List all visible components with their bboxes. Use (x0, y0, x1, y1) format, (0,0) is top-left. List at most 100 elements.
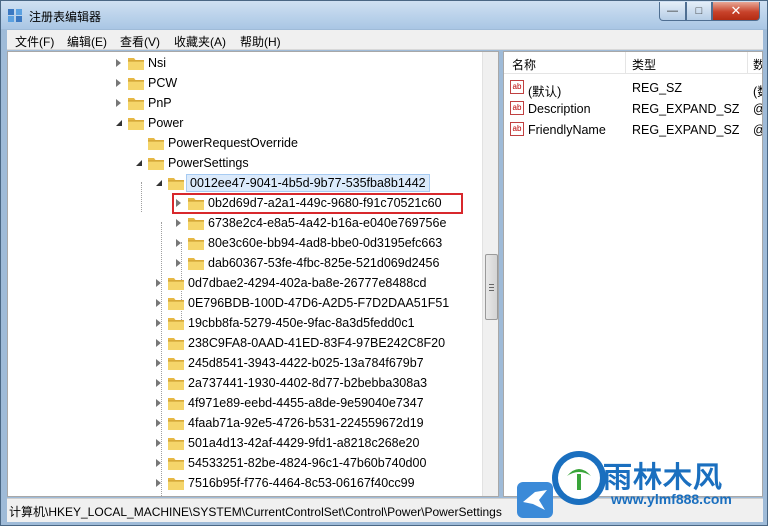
string-value-icon: ab (510, 80, 524, 94)
tree-vertical-scrollbar[interactable] (482, 52, 498, 496)
folder-icon (128, 76, 144, 90)
maximize-button[interactable]: □ (686, 2, 712, 21)
tree-node[interactable]: PnP (8, 93, 482, 113)
folder-icon (168, 396, 184, 410)
tree-node[interactable]: PowerSettings (8, 153, 482, 173)
tree-node[interactable]: Power (8, 113, 482, 133)
tree-node[interactable]: 2a737441-1930-4402-8d77-b2bebba308a3 (8, 373, 482, 393)
status-path: 计算机\HKEY_LOCAL_MACHINE\SYSTEM\CurrentCon… (9, 505, 502, 519)
registry-editor-window: 注册表编辑器 — □ ✕ 文件(F) 编辑(E) 查看(V) 收藏夹(A) 帮助… (0, 0, 768, 526)
tree-node-label: PowerSettings (168, 156, 249, 170)
tree-node-label: PowerRequestOverride (168, 136, 298, 150)
value-row[interactable]: ab Description REG_EXPAND_SZ @ (504, 98, 762, 119)
column-header-data[interactable]: 数 (753, 56, 762, 73)
tree-node-label: 0012ee47-9041-4b5d-9b77-535fba8b1442 (186, 174, 430, 192)
expand-arrow-icon[interactable] (176, 239, 181, 247)
tree-node-label: PCW (148, 76, 178, 90)
expand-arrow-icon[interactable] (156, 319, 161, 327)
menu-help[interactable]: 帮助(H) (240, 33, 281, 50)
expand-arrow-icon[interactable] (156, 379, 161, 387)
menu-bar: 文件(F) 编辑(E) 查看(V) 收藏夹(A) 帮助(H) (7, 30, 763, 50)
tree-node[interactable]: 245d8541-3943-4422-b025-13a784f679b7 (8, 353, 482, 373)
minimize-button[interactable]: — (659, 2, 686, 21)
value-type: REG_EXPAND_SZ (632, 123, 740, 137)
watermark-url: www.ylmf888.com (611, 491, 732, 507)
tree-node[interactable]: 80e3c60e-bb94-4ad8-bbe0-0d3195efc663 (8, 233, 482, 253)
tree-node[interactable]: 0E796BDB-100D-47D6-A2D5-F7D2DAA51F51 (8, 293, 482, 313)
tree-node[interactable]: 19cbb8fa-5279-450e-9fac-8a3d5fedd0c1 (8, 313, 482, 333)
folder-icon (148, 136, 164, 150)
string-value-icon: ab (510, 101, 524, 115)
folder-icon (188, 216, 204, 230)
collapse-arrow-icon[interactable] (156, 180, 162, 186)
menu-file[interactable]: 文件(F) (15, 33, 54, 50)
tree-node[interactable]: 4f971e89-eebd-4455-a8de-9e59040e7347 (8, 393, 482, 413)
expand-arrow-icon[interactable] (116, 79, 121, 87)
folder-icon (128, 116, 144, 130)
title-bar[interactable]: 注册表编辑器 — □ ✕ (1, 1, 767, 29)
registry-values-pane[interactable]: 名称 类型 数 ab (默认) REG_SZ (数 ab Description… (503, 51, 763, 497)
tree-node[interactable]: 7516b95f-f776-4464-8c53-06167f40cc99 (8, 473, 482, 493)
expand-arrow-icon[interactable] (156, 299, 161, 307)
tree-node[interactable]: 238C9FA8-0AAD-41ED-83F4-97BE242C8F20 (8, 333, 482, 353)
value-row[interactable]: ab (默认) REG_SZ (数 (504, 77, 762, 99)
value-type: REG_EXPAND_SZ (632, 102, 740, 116)
folder-icon (168, 296, 184, 310)
close-button[interactable]: ✕ (712, 2, 760, 21)
value-row[interactable]: ab FriendlyName REG_EXPAND_SZ @ (504, 119, 762, 140)
expand-arrow-icon[interactable] (156, 419, 161, 427)
expand-arrow-icon[interactable] (156, 459, 161, 467)
tree-node-label: PnP (148, 96, 172, 110)
folder-icon (168, 316, 184, 330)
tree-node-label: Nsi (148, 56, 167, 70)
window-title: 注册表编辑器 (29, 10, 102, 24)
menu-edit[interactable]: 编辑(E) (67, 33, 107, 50)
tree-node-label: 238C9FA8-0AAD-41ED-83F4-97BE242C8F20 (188, 336, 446, 350)
folder-icon (168, 276, 184, 290)
tree-node-label: 7516b95f-f776-4464-8c53-06167f40cc99 (188, 476, 415, 490)
collapse-arrow-icon[interactable] (116, 120, 122, 126)
tree-content: Nsi PCW PnP Power PowerRequestOverride PowerS… (8, 52, 482, 496)
tree-node-label: 0E796BDB-100D-47D6-A2D5-F7D2DAA51F51 (188, 296, 450, 310)
tree-node[interactable]: 6738e2c4-e8a5-4a42-b16a-e040e769756e (8, 213, 482, 233)
highlight-annotation-box (172, 193, 463, 214)
tree-node[interactable]: 501a4d13-42af-4429-9fd1-a8218c268e20 (8, 433, 482, 453)
tree-node-label: 4f971e89-eebd-4455-a8de-9e59040e7347 (188, 396, 424, 410)
tree-node-label: 501a4d13-42af-4429-9fd1-a8218c268e20 (188, 436, 420, 450)
folder-icon (148, 156, 164, 170)
expand-arrow-icon[interactable] (156, 339, 161, 347)
scrollbar-thumb[interactable] (485, 254, 498, 320)
column-header-type[interactable]: 类型 (632, 56, 656, 73)
folder-icon (128, 96, 144, 110)
folder-icon (188, 236, 204, 250)
expand-arrow-icon[interactable] (156, 439, 161, 447)
tree-node[interactable]: 4faab71a-92e5-4726-b531-224559672d19 (8, 413, 482, 433)
registry-key-tree[interactable]: Nsi PCW PnP Power PowerRequestOverride PowerS… (7, 51, 499, 497)
folder-icon (168, 416, 184, 430)
expand-arrow-icon[interactable] (156, 399, 161, 407)
column-header-name[interactable]: 名称 (512, 56, 536, 73)
value-name: FriendlyName (528, 123, 606, 137)
folder-icon (168, 436, 184, 450)
watermark: 雨林木风 www.ylmf888.com (515, 448, 768, 526)
string-value-icon: ab (510, 122, 524, 136)
menu-favorites[interactable]: 收藏夹(A) (174, 33, 226, 50)
expand-arrow-icon[interactable] (156, 279, 161, 287)
tree-node[interactable]: PowerRequestOverride (8, 133, 482, 153)
tree-node[interactable]: Nsi (8, 53, 482, 73)
tree-node-label: 80e3c60e-bb94-4ad8-bbe0-0d3195efc663 (208, 236, 443, 250)
expand-arrow-icon[interactable] (156, 479, 161, 487)
expand-arrow-icon[interactable] (176, 219, 181, 227)
tree-node[interactable]: 0d7dbae2-4294-402a-ba8e-26777e8488cd (8, 273, 482, 293)
menu-view[interactable]: 查看(V) (120, 33, 160, 50)
tree-node[interactable]: 0012ee47-9041-4b5d-9b77-535fba8b1442 (8, 173, 482, 193)
folder-icon (188, 256, 204, 270)
tree-node[interactable]: 54533251-82be-4824-96c1-47b60b740d00 (8, 453, 482, 473)
expand-arrow-icon[interactable] (116, 99, 121, 107)
expand-arrow-icon[interactable] (176, 259, 181, 267)
tree-node[interactable]: dab60367-53fe-4fbc-825e-521d069d2456 (8, 253, 482, 273)
expand-arrow-icon[interactable] (116, 59, 121, 67)
expand-arrow-icon[interactable] (156, 359, 161, 367)
tree-node[interactable]: PCW (8, 73, 482, 93)
collapse-arrow-icon[interactable] (136, 160, 142, 166)
